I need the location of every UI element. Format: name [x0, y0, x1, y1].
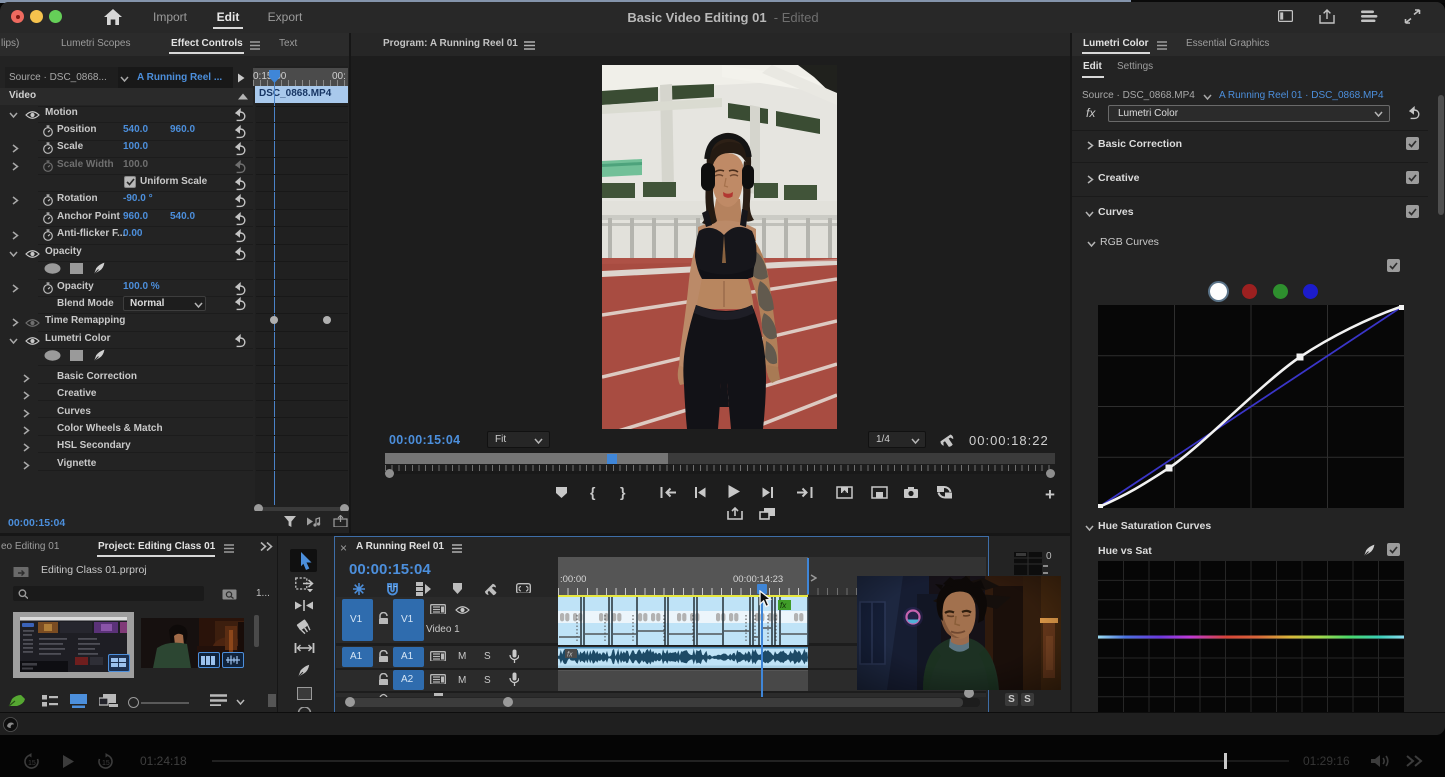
svg-text:fx: fx — [780, 601, 787, 610]
svg-text:fx: fx — [567, 652, 573, 659]
svg-text:15: 15 — [28, 760, 36, 767]
svg-text:15: 15 — [102, 760, 110, 767]
